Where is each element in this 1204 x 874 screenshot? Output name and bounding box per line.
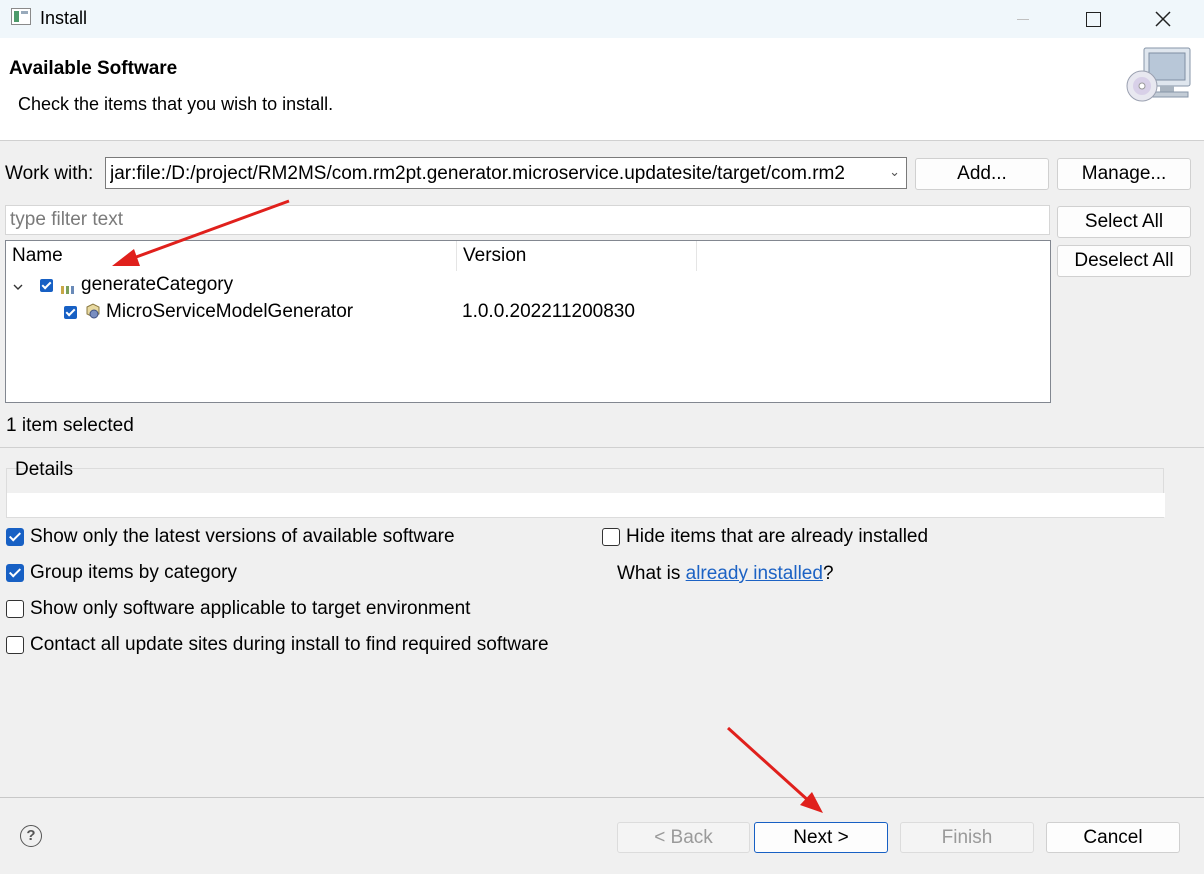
what-is-suffix: ? <box>822 563 834 584</box>
filter-input[interactable] <box>6 206 1014 234</box>
column-header-version[interactable]: Version <box>457 241 697 271</box>
filter-field-container <box>5 205 1050 235</box>
add-button[interactable]: Add... <box>915 158 1049 190</box>
group-by-category-option[interactable]: Group items by category <box>6 562 237 584</box>
hide-installed-option[interactable]: Hide items that are already installed <box>602 526 928 548</box>
details-label: Details <box>15 459 74 480</box>
close-button[interactable] <box>1128 0 1198 38</box>
eclipse-window-icon <box>11 8 31 25</box>
help-icon[interactable]: ? <box>20 825 42 847</box>
finish-button[interactable]: Finish <box>900 822 1034 853</box>
expand-chevron-icon[interactable] <box>12 277 24 291</box>
minimize-button[interactable] <box>988 0 1058 38</box>
target-env-label: Show only software applicable to target … <box>30 598 471 619</box>
tree-row-version: 1.0.0.202211200830 <box>462 301 635 322</box>
what-is-installed-text: What is already installed? <box>617 563 834 585</box>
maximize-button[interactable] <box>1058 0 1128 38</box>
page-title: Available Software <box>9 58 178 79</box>
manage-button[interactable]: Manage... <box>1057 158 1191 190</box>
annotation-arrow-next <box>726 726 823 813</box>
footer-divider <box>0 797 1204 798</box>
work-with-label: Work with: <box>5 163 94 184</box>
what-is-prefix: What is <box>617 563 686 584</box>
deselect-all-button[interactable]: Deselect All <box>1057 245 1191 277</box>
cancel-button[interactable]: Cancel <box>1046 822 1180 853</box>
contact-sites-checkbox[interactable] <box>6 636 24 654</box>
next-button[interactable]: Next > <box>754 822 888 853</box>
already-installed-link[interactable]: already installed <box>686 563 823 584</box>
tree-row-name[interactable]: MicroServiceModelGenerator <box>106 301 353 323</box>
select-all-button[interactable]: Select All <box>1057 206 1191 238</box>
back-button[interactable]: < Back <box>617 822 750 853</box>
header-banner <box>0 38 1204 141</box>
minimize-icon <box>1017 18 1029 20</box>
category-icon <box>61 279 75 301</box>
group-by-category-checkbox[interactable] <box>6 564 24 582</box>
window-title: Install <box>40 8 88 28</box>
target-env-checkbox[interactable] <box>6 600 24 618</box>
divider <box>0 447 1204 448</box>
row-checkbox[interactable] <box>40 279 53 292</box>
hide-installed-checkbox[interactable] <box>602 528 620 546</box>
maximize-icon <box>1085 11 1101 27</box>
tree-row-name[interactable]: generateCategory <box>81 274 233 296</box>
group-by-category-label: Group items by category <box>30 562 237 583</box>
feature-icon <box>84 303 102 327</box>
latest-versions-checkbox[interactable] <box>6 528 24 546</box>
software-tree[interactable]: Name Version generateCategory MicroServi… <box>5 240 1051 403</box>
latest-versions-option[interactable]: Show only the latest versions of availab… <box>6 526 455 548</box>
install-cd-monitor-icon <box>1126 47 1191 102</box>
contact-sites-label: Contact all update sites during install … <box>30 634 549 655</box>
row-checkbox[interactable] <box>64 306 77 319</box>
contact-sites-option[interactable]: Contact all update sites during install … <box>6 634 549 656</box>
work-with-combo[interactable]: jar:file:/D:/project/RM2MS/com.rm2pt.gen… <box>105 157 907 189</box>
details-text <box>7 493 1165 517</box>
page-subtitle: Check the items that you wish to install… <box>18 94 334 114</box>
close-icon <box>1155 11 1171 27</box>
latest-versions-label: Show only the latest versions of availab… <box>30 526 455 547</box>
hide-installed-label: Hide items that are already installed <box>626 526 929 547</box>
work-with-value: jar:file:/D:/project/RM2MS/com.rm2pt.gen… <box>110 163 845 184</box>
target-env-option[interactable]: Show only software applicable to target … <box>6 598 470 620</box>
selection-status: 1 item selected <box>6 415 134 436</box>
column-header-name[interactable]: Name <box>6 241 457 271</box>
chevron-down-icon: ⌄ <box>889 164 900 179</box>
